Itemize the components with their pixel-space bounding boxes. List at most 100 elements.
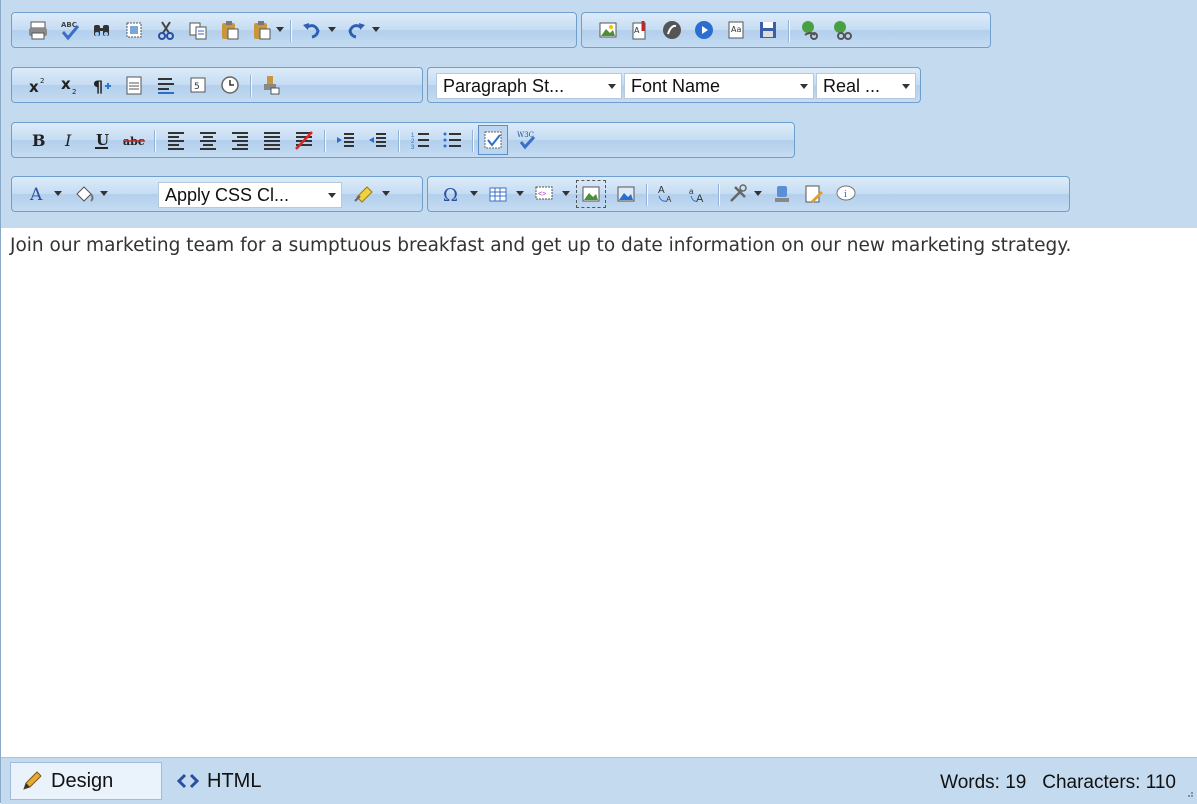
- toolbar-group-insert: A Aa: [581, 12, 991, 48]
- paragraph-mark-icon[interactable]: ¶: [90, 73, 114, 97]
- undo-dropdown-icon[interactable]: [328, 27, 336, 32]
- upper-case-icon[interactable]: aA: [686, 182, 710, 206]
- eraser-icon[interactable]: [352, 182, 376, 206]
- toolbar-area: ABC A Aa x2 x 2 ¶ 5 Paragraph St... Font…: [1, 0, 1197, 228]
- chevron-down-icon: [608, 84, 616, 89]
- css-class-select[interactable]: Apply CSS Cl...: [158, 182, 342, 208]
- font-size-select[interactable]: Real ...: [816, 73, 916, 99]
- xhtml-icon[interactable]: [770, 182, 794, 206]
- strikethrough-icon[interactable]: abc: [122, 128, 146, 152]
- select-all-icon[interactable]: [122, 18, 146, 42]
- code-brackets-icon: [177, 773, 199, 789]
- tools-icon[interactable]: [726, 182, 750, 206]
- bullet-list-icon[interactable]: [440, 128, 464, 152]
- bold-icon[interactable]: B: [26, 128, 50, 152]
- tools-dropdown-icon[interactable]: [754, 191, 762, 196]
- insert-flash-icon[interactable]: [660, 18, 684, 42]
- tab-design[interactable]: Design: [10, 762, 162, 800]
- tab-html-label: HTML: [207, 769, 262, 792]
- insert-media-icon[interactable]: [692, 18, 716, 42]
- spellcheck-icon[interactable]: ABC: [58, 18, 82, 42]
- svg-text:Aa: Aa: [731, 25, 741, 34]
- numbered-list-icon[interactable]: 123: [408, 128, 432, 152]
- w3c-validate-icon[interactable]: W3C: [514, 128, 538, 152]
- font-color-icon[interactable]: A: [26, 182, 50, 206]
- find-replace-icon[interactable]: [90, 18, 114, 42]
- toolbar-group-formatting: B I U abc 123 W3C: [11, 122, 795, 158]
- insert-snippet-icon[interactable]: <>: [532, 182, 556, 206]
- css-class-value: Apply CSS Cl...: [165, 185, 290, 205]
- subscript-icon[interactable]: x2: [58, 73, 82, 97]
- new-paragraph-icon[interactable]: [122, 73, 146, 97]
- separator: [646, 184, 648, 206]
- justify-icon[interactable]: [260, 128, 284, 152]
- font-color-dropdown-icon[interactable]: [54, 191, 62, 196]
- eraser-dropdown-icon[interactable]: [382, 191, 390, 196]
- cut-icon[interactable]: [154, 18, 178, 42]
- svg-text:A: A: [29, 185, 43, 205]
- svg-text:A: A: [658, 185, 665, 196]
- remove-link-icon[interactable]: [830, 18, 854, 42]
- align-left-icon[interactable]: [164, 128, 188, 152]
- svg-text:2: 2: [72, 88, 76, 96]
- insert-document-icon[interactable]: A: [628, 18, 652, 42]
- svg-text:I: I: [64, 131, 72, 150]
- insert-table-icon[interactable]: [486, 182, 510, 206]
- italic-icon[interactable]: I: [58, 128, 82, 152]
- svg-text:¶: ¶: [93, 77, 103, 96]
- redo-dropdown-icon[interactable]: [372, 27, 380, 32]
- tab-html[interactable]: HTML: [171, 762, 261, 800]
- insert-table-dropdown-icon[interactable]: [516, 191, 524, 196]
- paste-options-dropdown-icon[interactable]: [276, 27, 284, 32]
- insert-snippet-dropdown-icon[interactable]: [562, 191, 570, 196]
- align-center-icon[interactable]: [196, 128, 220, 152]
- separator: [250, 75, 252, 97]
- toolbar-group-tools: Ω <> AA aA i: [427, 176, 1070, 212]
- undo-icon[interactable]: [300, 18, 324, 42]
- text-direction-icon[interactable]: AA: [654, 182, 678, 206]
- separator: [154, 130, 156, 152]
- align-right-icon[interactable]: [228, 128, 252, 152]
- status-counts: Words: 19 Characters: 110: [940, 772, 1176, 794]
- svg-text:U: U: [96, 131, 109, 149]
- insert-image-icon[interactable]: [596, 18, 620, 42]
- print-icon[interactable]: [26, 18, 50, 42]
- time-icon[interactable]: [218, 73, 242, 97]
- special-characters-icon[interactable]: Ω: [440, 182, 464, 206]
- paste-options-icon[interactable]: [250, 18, 274, 42]
- background-color-icon[interactable]: [72, 182, 96, 206]
- special-characters-dropdown-icon[interactable]: [470, 191, 478, 196]
- svg-text:i: i: [844, 190, 847, 200]
- separator: [718, 184, 720, 206]
- clear-format-icon[interactable]: [292, 128, 316, 152]
- indent-icon[interactable]: [334, 128, 358, 152]
- align-lines-icon[interactable]: [154, 73, 178, 97]
- edit-icon[interactable]: [802, 182, 826, 206]
- format-painter-icon[interactable]: [258, 73, 282, 97]
- form-element-icon[interactable]: 5: [186, 73, 210, 97]
- svg-text:B: B: [32, 131, 46, 150]
- template-icon[interactable]: Aa: [724, 18, 748, 42]
- underline-icon[interactable]: U: [90, 128, 114, 152]
- toggle-border-icon[interactable]: [478, 125, 508, 155]
- paragraph-style-select[interactable]: Paragraph St...: [436, 73, 622, 99]
- svg-text:5: 5: [194, 82, 200, 92]
- toolbar-group-paragraph: Paragraph St... Font Name Real ...: [427, 67, 921, 103]
- redo-icon[interactable]: [344, 18, 368, 42]
- image-map-icon[interactable]: [576, 180, 606, 208]
- paste-icon[interactable]: [218, 18, 242, 42]
- copy-icon[interactable]: [186, 18, 210, 42]
- chevron-down-icon: [800, 84, 808, 89]
- image-manager-icon[interactable]: [614, 182, 638, 206]
- outdent-icon[interactable]: [366, 128, 390, 152]
- font-name-select[interactable]: Font Name: [624, 73, 814, 99]
- svg-text:A: A: [696, 193, 704, 205]
- superscript-icon[interactable]: x2: [26, 73, 50, 97]
- mode-bar: Design HTML Words: 19 Characters: 110: [1, 757, 1197, 804]
- background-color-dropdown-icon[interactable]: [100, 191, 108, 196]
- editor-content[interactable]: Join our marketing team for a sumptuous …: [10, 234, 1170, 258]
- hyperlink-icon[interactable]: [798, 18, 822, 42]
- save-icon[interactable]: [756, 18, 780, 42]
- about-icon[interactable]: i: [834, 182, 858, 206]
- resize-grip-icon[interactable]: [1184, 788, 1194, 798]
